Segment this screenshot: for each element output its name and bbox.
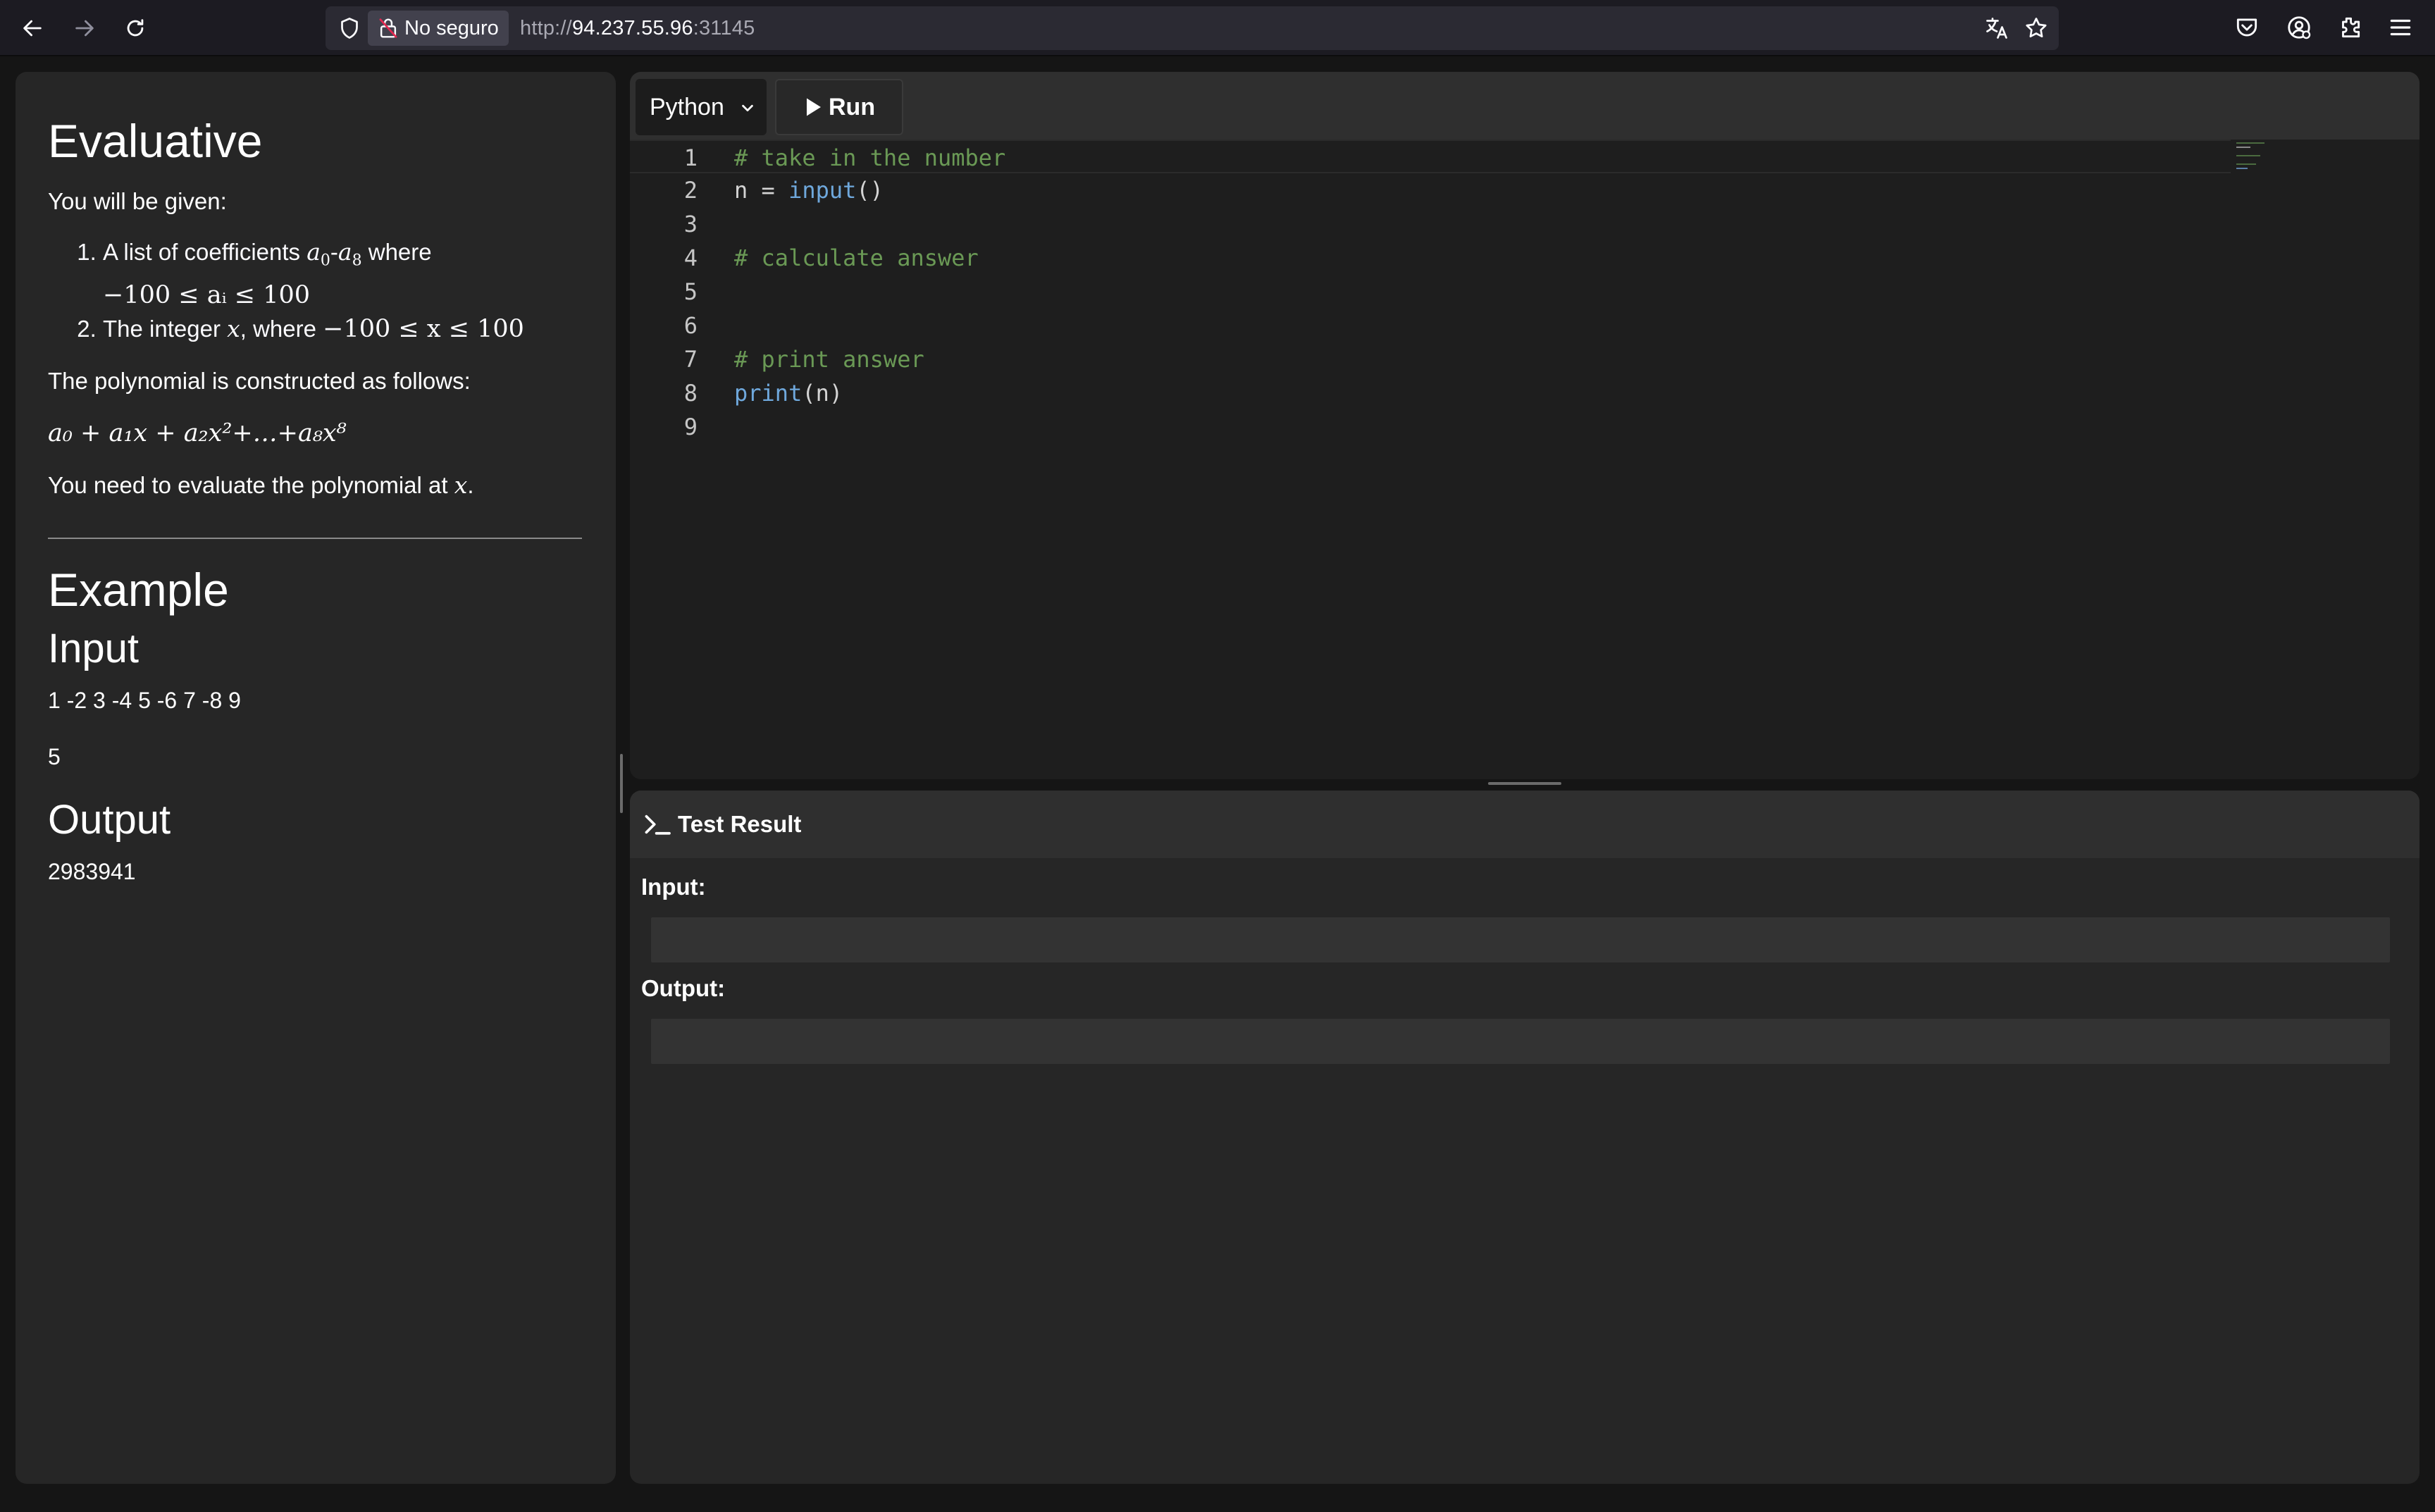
code-editor[interactable]: 1 # take in the number 2 n = input() 3 4… xyxy=(630,140,2419,779)
coefficient-constraint: −100 ≤ aᵢ ≤ 100 xyxy=(103,280,310,309)
x-constraint: −100 ≤ x ≤ 100 xyxy=(323,314,524,343)
line-number: 2 xyxy=(683,177,698,204)
extensions-icon[interactable] xyxy=(2336,14,2363,41)
horizontal-resize-handle[interactable] xyxy=(1488,782,1561,785)
code-line: 4 # calculate answer xyxy=(630,241,2231,275)
input-label: Input: xyxy=(641,874,706,900)
line-number: 7 xyxy=(683,346,698,373)
url-port: :31145 xyxy=(693,16,755,39)
example-output-heading: Output xyxy=(48,796,171,843)
test-input-field[interactable] xyxy=(651,917,2390,962)
line-code: # print answer xyxy=(734,346,924,373)
problem-title: Evaluative xyxy=(48,115,263,167)
code-line: 6 xyxy=(630,309,2231,342)
forward-button[interactable] xyxy=(66,10,103,47)
line-number: 1 xyxy=(683,144,698,171)
line-code: # take in the number xyxy=(734,144,1006,171)
line-number: 5 xyxy=(683,278,698,305)
chevron-down-icon xyxy=(742,104,753,112)
forward-arrow-icon xyxy=(75,20,94,37)
shield-icon[interactable] xyxy=(337,16,362,41)
reload-button[interactable] xyxy=(117,10,154,47)
test-output-field xyxy=(651,1019,2390,1064)
url-bar[interactable]: No seguro http://94.237.55.96:31145 xyxy=(326,6,2059,50)
code-line: 8 print(n) xyxy=(630,376,2231,410)
example-output-value: 2983941 xyxy=(48,858,136,884)
security-indicator[interactable]: No seguro xyxy=(368,11,509,46)
menu-icon[interactable] xyxy=(2387,14,2414,41)
run-label: Run xyxy=(829,93,876,120)
line-number: 3 xyxy=(683,211,698,237)
minimap[interactable] xyxy=(2236,142,2264,169)
code-line: 2 n = input() xyxy=(630,173,2231,207)
test-result-title: Test Result xyxy=(678,811,802,837)
math-var: x xyxy=(227,314,240,342)
example-input-line-1: 1 -2 3 -4 5 -6 7 -8 9 xyxy=(48,687,241,713)
math-var: a xyxy=(306,238,321,266)
math-var: a xyxy=(337,238,352,266)
code-line: 7 # print answer xyxy=(630,342,2231,376)
math-sub: 8 xyxy=(352,252,362,270)
line-number: 8 xyxy=(683,380,698,407)
code-line: 1 # take in the number xyxy=(630,140,2231,173)
language-value: Python xyxy=(650,93,724,120)
task-sentence: You need to evaluate the polynomial at xyxy=(48,471,454,498)
given-item-integer: The integer x, where −100 ≤ x ≤ 100 xyxy=(103,312,582,346)
line-code: n = input() xyxy=(734,177,884,204)
language-select[interactable]: Python xyxy=(636,79,767,135)
url-text[interactable]: http://94.237.55.96:31145 xyxy=(520,6,755,50)
url-host: 94.237.55.96 xyxy=(571,16,693,39)
divider xyxy=(48,537,582,539)
output-label: Output: xyxy=(641,975,726,1001)
broken-lock-icon xyxy=(379,18,397,38)
account-icon[interactable] xyxy=(2286,14,2312,41)
example-title: Example xyxy=(48,563,229,616)
back-arrow-icon xyxy=(23,20,42,37)
play-icon xyxy=(807,98,821,116)
given-text: , where xyxy=(240,315,323,342)
given-list: A list of coefficients a0-a8 where −100 … xyxy=(48,235,582,346)
url-protocol: http:// xyxy=(520,16,572,39)
code-line: 3 xyxy=(630,207,2231,241)
browser-toolbar: No seguro http://94.237.55.96:31145 xyxy=(0,0,2435,56)
task-text: You need to evaluate the polynomial at x… xyxy=(48,470,582,501)
app-root: Evaluative You will be given: A list of … xyxy=(0,56,2435,1512)
bookmark-star-icon[interactable] xyxy=(2024,16,2049,41)
given-item-coefficients: A list of coefficients a0-a8 where −100 … xyxy=(103,235,582,312)
given-dash: - xyxy=(330,239,338,265)
math-var: x xyxy=(454,471,468,499)
editor-toolbar: Python Run xyxy=(630,72,2419,140)
problem-intro: You will be given: xyxy=(48,188,227,214)
problem-panel: Evaluative You will be given: A list of … xyxy=(16,72,616,1484)
polynomial-formula: a₀ + a₁x + a₂x²+…+a₈x⁸ xyxy=(48,419,347,447)
terminal-icon xyxy=(645,814,671,835)
line-code: # calculate answer xyxy=(734,244,979,271)
line-number: 4 xyxy=(683,244,698,271)
line-number: 9 xyxy=(683,414,698,440)
example-input-line-2: 5 xyxy=(48,743,61,769)
example-input-heading: Input xyxy=(48,625,139,671)
code-line: 5 xyxy=(630,275,2231,309)
test-result-panel: Test Result Input: Output: xyxy=(630,791,2419,1484)
line-code: print(n) xyxy=(734,380,843,407)
given-text: where xyxy=(361,239,432,265)
given-text: A list of coefficients xyxy=(103,239,307,265)
math-sub: 0 xyxy=(320,252,330,270)
vertical-resize-handle[interactable] xyxy=(620,754,623,813)
test-result-header: Test Result xyxy=(630,791,2419,858)
pocket-icon[interactable] xyxy=(2233,14,2260,41)
translate-icon[interactable] xyxy=(1984,16,2009,41)
editor-panel: Python Run 1 # take in the number 2 n = … xyxy=(630,72,2419,779)
run-button[interactable]: Run xyxy=(775,79,903,135)
back-button[interactable] xyxy=(14,10,51,47)
given-text: The integer xyxy=(103,315,228,342)
construction-text: The polynomial is constructed as follows… xyxy=(48,367,471,394)
security-label: No seguro xyxy=(404,16,499,39)
line-number: 6 xyxy=(683,312,698,339)
task-period: . xyxy=(467,471,474,498)
reload-icon xyxy=(127,19,144,37)
code-line: 9 xyxy=(630,410,2231,444)
